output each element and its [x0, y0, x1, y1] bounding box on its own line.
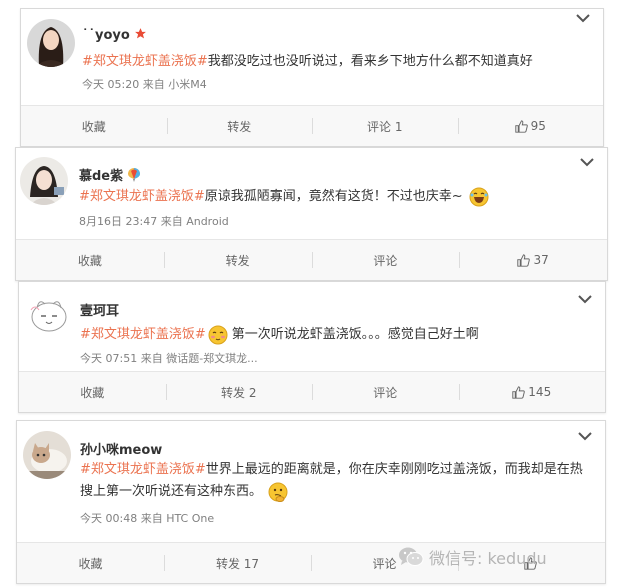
- repost-button[interactable]: 转发: [166, 106, 313, 146]
- chevron-down-icon[interactable]: [577, 431, 593, 441]
- hashtag-link[interactable]: #郑文琪龙虾盖浇饭#: [79, 189, 205, 204]
- repost-button[interactable]: 转发 17: [164, 543, 311, 583]
- post-time[interactable]: 8月16日 23:47: [79, 215, 157, 228]
- post-source[interactable]: Android: [186, 215, 229, 228]
- comment-button[interactable]: 评论 1: [312, 106, 458, 146]
- avatar[interactable]: [20, 157, 68, 205]
- thumbs-up-icon: [514, 119, 528, 133]
- thinking-emoji-icon: [268, 482, 288, 502]
- chevron-down-icon[interactable]: [579, 157, 595, 167]
- repost-button[interactable]: 转发: [163, 240, 312, 280]
- username[interactable]: 孙小咪meow: [80, 439, 162, 458]
- avatar[interactable]: [25, 290, 73, 338]
- avatar[interactable]: [27, 19, 75, 67]
- like-button[interactable]: 37: [459, 240, 607, 280]
- post-meta: 今天 05:20 来自 小米M4: [82, 78, 207, 91]
- hashtag-link[interactable]: #郑文琪龙虾盖浇饭#: [80, 462, 206, 477]
- balloon-badge-icon: [127, 168, 140, 182]
- post-time[interactable]: 今天 05:20: [82, 78, 139, 91]
- like-button[interactable]: 145: [458, 372, 606, 412]
- star-badge-icon: [135, 28, 147, 39]
- weibo-post: 慕de紫 #郑文琪龙虾盖浇饭#原谅我孤陋寡闻，竟然有这货！不过也庆幸~ 8月16…: [15, 147, 608, 281]
- thumbs-up-icon: [512, 385, 526, 399]
- username[interactable]: ˙˙yoyo: [82, 27, 147, 43]
- comment-button[interactable]: 评论: [312, 372, 459, 412]
- post-meta: 8月16日 23:47 来自 Android: [79, 215, 229, 228]
- favorite-button[interactable]: 收藏: [21, 106, 167, 146]
- weibo-post: 壹珂耳 #郑文琪龙虾盖浇饭# 第一次听说龙虾盖浇饭。。。感觉自己好土啊 今天 0…: [18, 281, 606, 413]
- laughing-emoji-icon: [469, 187, 489, 206]
- shy-emoji-icon: [208, 325, 228, 344]
- wechat-logo-icon: [399, 547, 424, 566]
- comment-button[interactable]: 评论: [311, 240, 460, 280]
- favorite-button[interactable]: 收藏: [17, 543, 164, 583]
- hashtag-link[interactable]: #郑文琪龙虾盖浇饭#: [82, 54, 208, 69]
- username[interactable]: 慕de紫: [79, 165, 140, 184]
- post-content: #郑文琪龙虾盖浇饭#原谅我孤陋寡闻，竟然有这货！不过也庆幸~: [79, 186, 593, 208]
- action-bar: 收藏 转发 评论 1 95: [21, 105, 603, 146]
- favorite-button[interactable]: 收藏: [19, 372, 166, 412]
- post-source[interactable]: 小米M4: [168, 78, 207, 91]
- post-source[interactable]: HTC One: [166, 512, 214, 525]
- wechat-watermark: 微信号: kedudu: [398, 545, 547, 569]
- post-content: #郑文琪龙虾盖浇饭# 第一次听说龙虾盖浇饭。。。感觉自己好土啊: [80, 324, 591, 346]
- action-bar: 收藏 转发 2 评论 145: [19, 371, 605, 412]
- chevron-down-icon[interactable]: [575, 13, 591, 23]
- post-source[interactable]: 微话题-郑文琪龙...: [166, 352, 257, 365]
- chevron-down-icon[interactable]: [577, 294, 593, 304]
- post-meta: 今天 07:51 来自 微话题-郑文琪龙...: [80, 352, 258, 365]
- username[interactable]: 壹珂耳: [80, 300, 119, 319]
- thumbs-up-icon: [517, 253, 531, 267]
- hashtag-link[interactable]: #郑文琪龙虾盖浇饭#: [80, 327, 206, 342]
- favorite-button[interactable]: 收藏: [16, 240, 164, 280]
- post-meta: 今天 00:48 来自 HTC One: [80, 512, 215, 525]
- avatar[interactable]: [23, 431, 71, 479]
- action-bar: 收藏 转发 评论 37: [16, 239, 607, 280]
- post-time[interactable]: 今天 07:51: [80, 352, 137, 365]
- weibo-post: ˙˙yoyo #郑文琪龙虾盖浇饭#我都没吃过也没听说过，看来乡下地方什么都不知道…: [20, 8, 604, 147]
- post-time[interactable]: 今天 00:48: [80, 512, 137, 525]
- like-button[interactable]: 95: [457, 106, 604, 146]
- post-content: #郑文琪龙虾盖浇饭#我都没吃过也没听说过，看来乡下地方什么都不知道真好: [82, 54, 533, 69]
- post-content: #郑文琪龙虾盖浇饭#世界上最远的距离就是，你在庆幸刚刚吃过盖浇饭，而我却是在热搜…: [80, 459, 591, 503]
- repost-button[interactable]: 转发 2: [165, 372, 313, 412]
